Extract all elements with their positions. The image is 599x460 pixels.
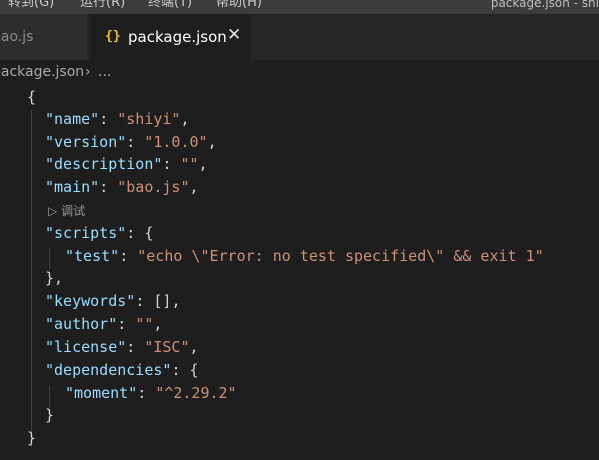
tab-bao-js[interactable]: bao.js — [0, 14, 88, 60]
code-line: "version": "1.0.0", — [45, 133, 217, 151]
code-line: "test": "echo \"Error: no test specified… — [65, 247, 544, 265]
code-line: "main": "bao.js", — [45, 178, 199, 196]
tab-label: package.json — [128, 28, 227, 46]
code-line: } — [27, 429, 37, 447]
indent-guide — [31, 110, 32, 447]
code-line: { — [27, 88, 37, 106]
code-line: "moment": "^2.29.2" — [65, 384, 237, 402]
breadcrumb-more[interactable]: ... — [98, 64, 111, 80]
menu-help[interactable]: 帮助(H) — [216, 0, 262, 11]
tab-package-json[interactable]: {} package.json ✕ — [90, 14, 250, 60]
json-file-icon: {} — [105, 29, 121, 44]
breadcrumb-file[interactable]: package.json — [0, 64, 84, 80]
code-line: "description": "", — [45, 155, 208, 173]
breadcrumb: package.json › ... — [0, 60, 599, 86]
close-icon[interactable]: ✕ — [227, 25, 241, 45]
code-line: "keywords": [], — [45, 292, 181, 310]
code-line: "name": "shiyi", — [45, 110, 190, 128]
debug-codelens[interactable]: ▷ 调试 — [48, 202, 85, 219]
menu-terminal[interactable]: 终端(T) — [148, 0, 192, 11]
tab-bar: bao.js {} package.json ✕ — [0, 14, 599, 60]
menu-goto[interactable]: 转到(G) — [8, 0, 54, 11]
debug-label: 调试 — [61, 204, 86, 218]
code-line: "scripts": { — [45, 224, 154, 242]
code-editor[interactable]: { "name": "shiyi", "version": "1.0.0", "… — [0, 86, 599, 460]
window-title: package.json - shi — [490, 0, 599, 10]
code-line: "author": "", — [45, 315, 163, 333]
code-line: }, — [45, 269, 64, 287]
tab-label: bao.js — [0, 29, 34, 45]
code-line: } — [45, 406, 55, 424]
title-bar: 转到(G) 运行(R) 终端(T) 帮助(H) package.json - s… — [0, 0, 599, 14]
code-line: "license": "ISC", — [45, 338, 199, 356]
play-icon: ▷ — [48, 204, 58, 218]
chevron-right-icon: › — [85, 64, 91, 80]
code-line: "dependencies": { — [45, 361, 199, 379]
menu-run[interactable]: 运行(R) — [80, 0, 125, 11]
